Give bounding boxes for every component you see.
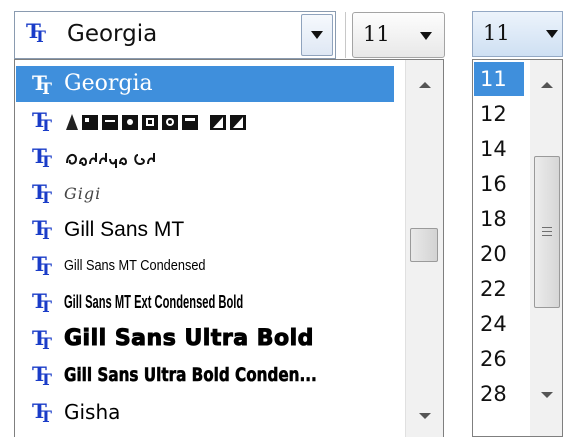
scroll-down-icon[interactable] bbox=[541, 392, 553, 398]
font-list-item-symbol-font[interactable]: T T bbox=[16, 103, 394, 139]
symbol-font-preview bbox=[66, 114, 246, 130]
size-list-scrollbar[interactable] bbox=[530, 60, 562, 436]
svg-text:T: T bbox=[40, 224, 52, 241]
svg-text:T: T bbox=[40, 370, 52, 387]
font-list-item-gill-sans-mt-ext-condensed-bold[interactable]: T T Gill Sans MT Ext Condensed Bold bbox=[16, 284, 394, 320]
truetype-font-icon: T T bbox=[32, 109, 52, 133]
font-list-item-label: Gill Sans Ultra Bold bbox=[64, 326, 314, 351]
font-list-item-gill-sans-ultra-bold-condensed[interactable]: T T Gill Sans Ultra Bold Conden... bbox=[16, 357, 394, 393]
font-list-item-label: Gisha bbox=[64, 400, 121, 424]
grip-icon bbox=[542, 227, 552, 228]
size-list-item[interactable]: 26 bbox=[474, 342, 524, 376]
truetype-font-icon: T T bbox=[32, 253, 52, 277]
size-list-item[interactable]: 11 bbox=[474, 62, 524, 96]
size-list-item[interactable]: 28 bbox=[474, 377, 524, 411]
font-list-item-label: Gill Sans MT Ext Condensed Bold bbox=[64, 292, 244, 312]
font-size-value[interactable]: 11 bbox=[363, 22, 390, 46]
font-name-combobox[interactable]: T T Georgia bbox=[14, 11, 336, 59]
size-list-item[interactable]: 16 bbox=[474, 167, 524, 201]
chevron-down-icon bbox=[311, 31, 323, 39]
truetype-font-icon: T T bbox=[32, 181, 52, 205]
font-list-item-label: Gill Sans MT Condensed bbox=[64, 257, 206, 274]
font-name-value[interactable]: Georgia bbox=[67, 21, 157, 47]
font-size-combobox[interactable]: 11 bbox=[352, 12, 445, 58]
font-list-item-label: Gill Sans MT bbox=[64, 218, 185, 241]
font-dropdown-button[interactable] bbox=[301, 14, 333, 56]
font-size-dropdown-list[interactable]: 11 12 14 16 18 20 22 24 26 28 bbox=[472, 59, 563, 437]
truetype-font-icon: T T bbox=[32, 290, 52, 314]
scroll-down-icon[interactable] bbox=[418, 413, 431, 419]
chevron-down-icon[interactable] bbox=[546, 30, 558, 38]
scroll-up-icon[interactable] bbox=[541, 82, 553, 88]
svg-text:T: T bbox=[40, 334, 52, 351]
svg-text:T: T bbox=[40, 79, 52, 96]
font-list-item-gisha[interactable]: T T Gisha bbox=[16, 394, 394, 430]
svg-text:T: T bbox=[40, 407, 52, 424]
svg-text:T: T bbox=[40, 260, 52, 277]
truetype-font-icon: T T bbox=[32, 145, 52, 169]
size-list-item[interactable]: 18 bbox=[474, 202, 524, 236]
font-list-item-label: Gill Sans Ultra Bold Conden... bbox=[64, 364, 317, 386]
font-list-item-gigi[interactable]: T T Gigi bbox=[16, 175, 394, 211]
size-list-item[interactable]: 22 bbox=[474, 272, 524, 306]
truetype-font-icon: T T bbox=[32, 400, 52, 424]
truetype-font-icon: T T bbox=[26, 20, 46, 44]
size-list-item[interactable]: 12 bbox=[474, 97, 524, 131]
font-size-combobox-open[interactable]: 11 bbox=[472, 11, 563, 57]
toolbar-separator bbox=[345, 12, 346, 58]
truetype-font-icon: T T bbox=[32, 217, 52, 241]
size-list-item[interactable]: 20 bbox=[474, 237, 524, 271]
font-dropdown-list[interactable]: T T Georgia T T T T T T Gigi T T Gill Sa… bbox=[14, 59, 444, 437]
scrollbar-thumb[interactable] bbox=[410, 228, 438, 262]
svg-text:T: T bbox=[40, 152, 52, 169]
scroll-up-icon[interactable] bbox=[418, 82, 431, 88]
font-list-item-script-font[interactable]: T T bbox=[16, 139, 394, 175]
font-list-item-georgia[interactable]: T T Georgia bbox=[16, 66, 394, 102]
script-font-preview bbox=[66, 153, 155, 168]
scrollbar-thumb[interactable] bbox=[534, 156, 560, 308]
truetype-font-icon: T T bbox=[32, 72, 52, 96]
svg-text:T: T bbox=[40, 297, 52, 314]
truetype-font-icon: T T bbox=[32, 363, 52, 387]
svg-text:T: T bbox=[34, 27, 46, 44]
truetype-font-icon: T T bbox=[32, 327, 52, 351]
size-list-item[interactable]: 24 bbox=[474, 307, 524, 341]
chevron-down-icon[interactable] bbox=[420, 32, 432, 40]
grip-icon bbox=[542, 231, 552, 232]
grip-icon bbox=[542, 235, 552, 236]
font-list-scrollbar[interactable] bbox=[405, 60, 443, 437]
font-list-item-label: Gigi bbox=[64, 184, 102, 203]
font-list-item-gill-sans-mt-condensed[interactable]: T T Gill Sans MT Condensed bbox=[16, 247, 394, 283]
font-list-item-label: Georgia bbox=[64, 71, 153, 96]
font-list-item-gill-sans-ultra-bold[interactable]: T T Gill Sans Ultra Bold bbox=[16, 321, 394, 357]
svg-text:T: T bbox=[40, 188, 52, 205]
font-list-item-gill-sans-mt[interactable]: T T Gill Sans MT bbox=[16, 211, 394, 247]
size-list-item[interactable]: 14 bbox=[474, 132, 524, 166]
font-size-value[interactable]: 11 bbox=[483, 21, 510, 45]
svg-text:T: T bbox=[40, 116, 52, 133]
